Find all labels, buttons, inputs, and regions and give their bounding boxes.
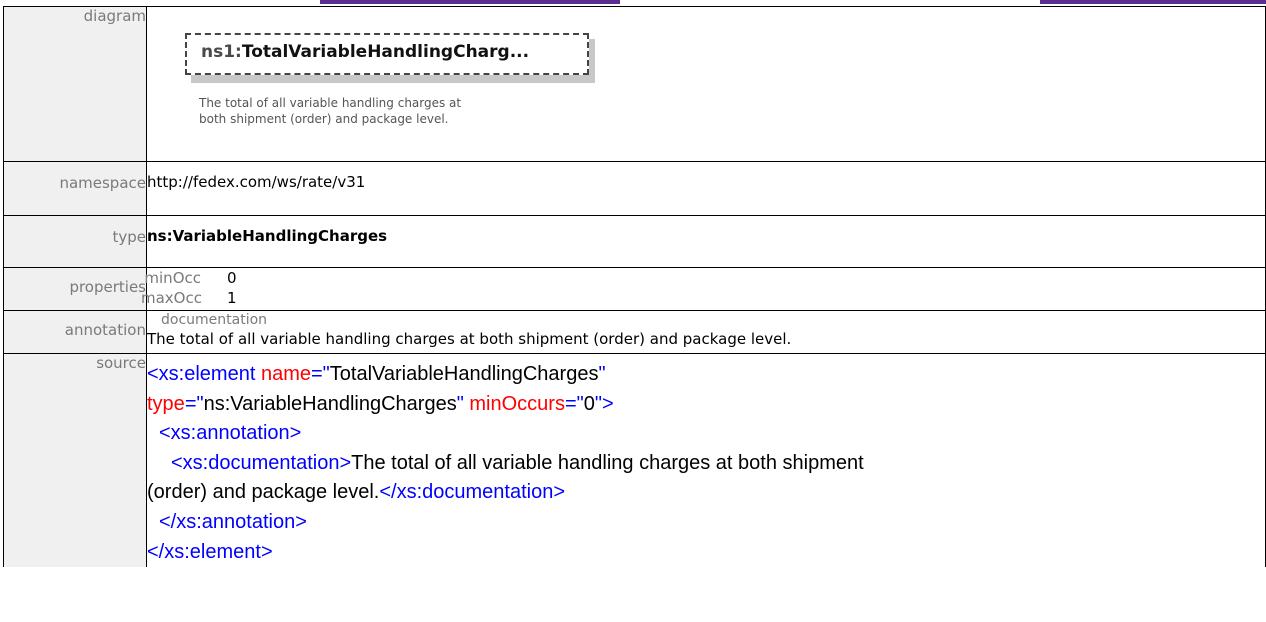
- annotation-heading: documentation: [161, 312, 268, 328]
- annotation-text: The total of all variable handling charg…: [147, 330, 792, 348]
- diagram: ns1:TotalVariableHandlingCharg... The to…: [147, 7, 1265, 161]
- heading-fragment: [1040, 0, 1266, 4]
- source-line: type="ns:VariableHandlingCharges" minOcc…: [147, 392, 614, 415]
- row-label: properties: [3, 267, 147, 311]
- diagram-documentation: The total of all variable handling charg…: [199, 96, 462, 126]
- prop-val-maxocc: 1: [227, 289, 237, 307]
- diagram-namespace-prefix: ns1:: [201, 42, 242, 62]
- source-line: <xs:annotation>: [159, 422, 302, 445]
- namespace-value: http://fedex.com/ws/rate/v31: [146, 161, 1266, 216]
- properties-list: minOcc 0 maxOcc 1: [141, 268, 1265, 310]
- diagram-element-box[interactable]: ns1:TotalVariableHandlingCharg...: [185, 33, 589, 75]
- row-label: source: [3, 353, 147, 568]
- row-source: source <xs:element name="TotalVariableHa…: [3, 353, 1266, 568]
- row-label: annotation: [3, 310, 147, 354]
- source-line: </xs:annotation>: [159, 510, 307, 533]
- source-line: (order) and package level.</xs:documenta…: [147, 481, 566, 504]
- source-line: </xs:element>: [147, 540, 273, 563]
- source-line: <xs:documentation>The total of all varia…: [171, 451, 864, 474]
- prop-key-maxocc: maxOcc: [141, 289, 202, 307]
- row-namespace: namespace http://fedex.com/ws/rate/v31: [3, 161, 1266, 216]
- diagram-element-name: TotalVariableHandlingCharg...: [241, 42, 530, 62]
- type-link[interactable]: ns:VariableHandlingCharges: [147, 227, 387, 245]
- row-label: namespace: [3, 161, 147, 216]
- prop-key-minocc: minOcc: [144, 269, 201, 287]
- row-type: type ns:VariableHandlingCharges: [3, 215, 1266, 268]
- row-properties: properties minOcc 0 maxOcc 1: [3, 267, 1266, 311]
- prop-val-minocc: 0: [227, 269, 237, 287]
- element-doc-table: diagram ns1:TotalVariableHandlingCharg..…: [3, 6, 1266, 568]
- row-diagram: diagram ns1:TotalVariableHandlingCharg..…: [3, 6, 1266, 162]
- row-label: type: [3, 215, 147, 268]
- source-code: <xs:element name="TotalVariableHandlingC…: [147, 354, 1265, 567]
- row-annotation: annotation documentation The total of al…: [3, 310, 1266, 354]
- row-label: diagram: [3, 6, 147, 162]
- heading-fragment: [320, 0, 620, 4]
- source-line: <xs:element name="TotalVariableHandlingC…: [147, 363, 606, 385]
